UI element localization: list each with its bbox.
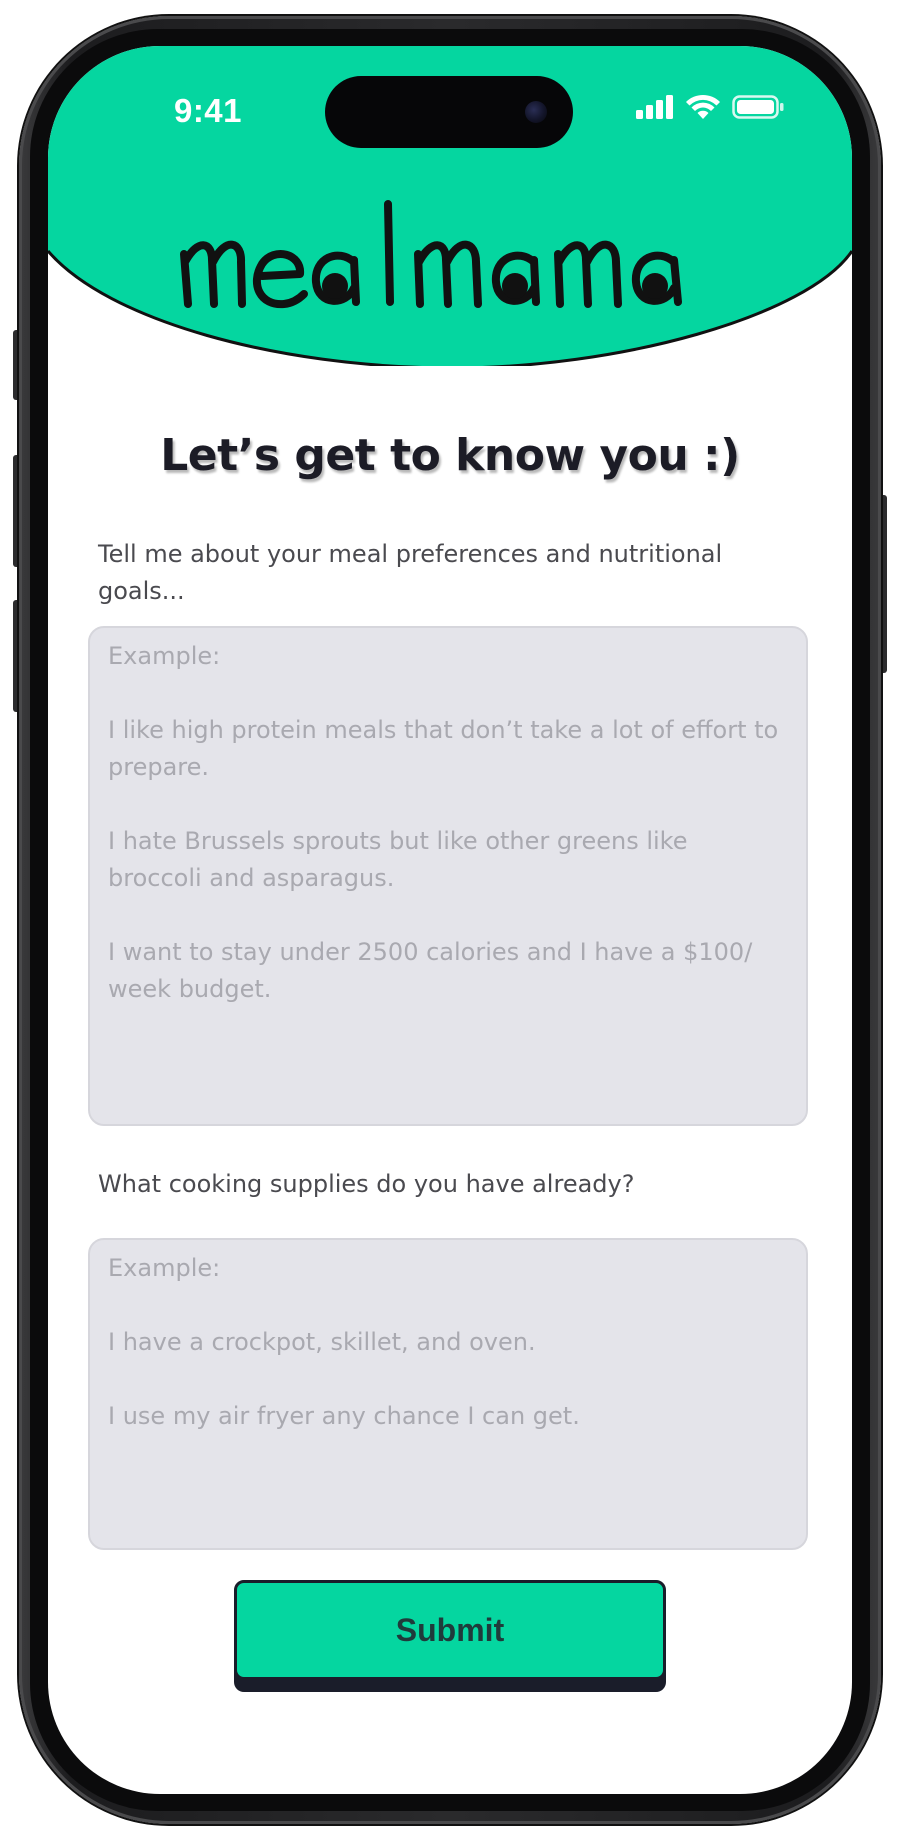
app-screen: 9:41 Let’s get to know you:) Tell me ab… <box>48 46 852 1794</box>
battery-icon <box>732 94 784 119</box>
dynamic-island <box>325 76 573 148</box>
phone-mockup: 9:41 Let’s get to know you:) Tell me ab… <box>0 0 900 1840</box>
camera-icon <box>525 101 547 123</box>
preferences-label: Tell me about your meal preferences and … <box>98 540 723 605</box>
mealmama-logo <box>180 200 682 309</box>
supplies-textarea[interactable] <box>88 1238 808 1550</box>
supplies-label: What cooking supplies do you have alread… <box>98 1170 635 1198</box>
preferences-textarea[interactable] <box>88 626 808 1126</box>
cellular-signal-icon <box>636 94 673 119</box>
status-icons <box>636 94 784 119</box>
wifi-icon <box>686 94 720 119</box>
status-time: 9:41 <box>173 92 243 129</box>
submit-button[interactable]: Submit <box>234 1580 666 1680</box>
page-title: Let’s get to know you :) <box>160 430 740 481</box>
